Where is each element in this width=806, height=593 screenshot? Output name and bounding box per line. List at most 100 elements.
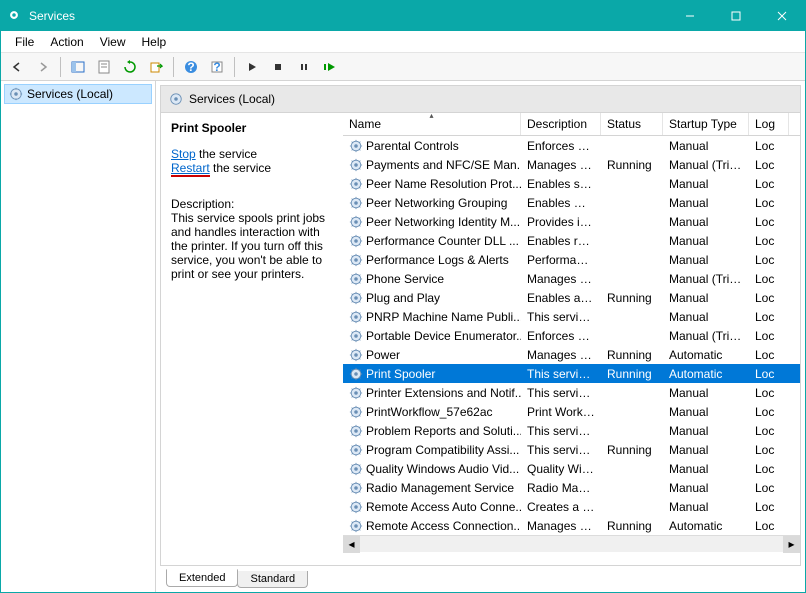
service-description: Enables serv... [521,176,601,192]
list-header: Name▴ Description Status Startup Type Lo… [343,113,800,136]
service-status [601,259,663,261]
titlebar[interactable]: Services [1,1,805,31]
service-row[interactable]: Quality Windows Audio Vid...Quality Win.… [343,459,800,478]
service-startup: Automatic [663,347,749,363]
pane-header: Services (Local) [160,85,801,113]
service-row[interactable]: Remote Access Connection...Manages di...… [343,516,800,535]
stop-service-button[interactable] [266,55,290,79]
service-startup: Manual [663,404,749,420]
service-description: Enables rem... [521,233,601,249]
service-row[interactable]: Phone ServiceManages th...Manual (Trig..… [343,269,800,288]
export-button[interactable] [144,55,168,79]
service-description: This service ... [521,442,601,458]
service-row[interactable]: Printer Extensions and Notif...This serv… [343,383,800,402]
service-row[interactable]: Peer Networking GroupingEnables mul...Ma… [343,193,800,212]
service-logon: Loc [749,328,789,344]
service-startup: Manual [663,252,749,268]
column-startup-type[interactable]: Startup Type [663,113,749,135]
service-logon: Loc [749,480,789,496]
service-row[interactable]: Program Compatibility Assi...This servic… [343,440,800,459]
service-name: Problem Reports and Soluti... [366,424,521,438]
gear-icon [349,177,363,191]
service-row[interactable]: Parental ControlsEnforces pa...ManualLoc [343,136,800,155]
service-startup: Manual [663,290,749,306]
service-startup: Automatic [663,518,749,534]
column-name[interactable]: Name▴ [343,113,521,135]
service-row[interactable]: Portable Device Enumerator...Enforces gr… [343,326,800,345]
service-row[interactable]: Print SpoolerThis service ...RunningAuto… [343,364,800,383]
forward-button[interactable] [31,55,55,79]
pause-service-button[interactable] [292,55,316,79]
service-row[interactable]: Peer Name Resolution Prot...Enables serv… [343,174,800,193]
service-startup: Manual [663,233,749,249]
separator [173,57,174,77]
properties-button[interactable] [92,55,116,79]
service-name: Remote Access Connection... [366,519,521,533]
service-description: Manages p... [521,347,601,363]
menu-view[interactable]: View [92,33,134,51]
restart-service-button[interactable] [318,55,342,79]
service-row[interactable]: Performance Logs & AlertsPerformanc...Ma… [343,250,800,269]
tree-item-services-local[interactable]: Services (Local) [4,84,152,104]
separator [60,57,61,77]
horizontal-scrollbar[interactable]: ◂ ▸ [343,535,800,552]
service-logon: Loc [749,518,789,534]
minimize-button[interactable] [667,1,713,31]
back-button[interactable] [5,55,29,79]
service-status [601,411,663,413]
menu-action[interactable]: Action [42,33,91,51]
service-row[interactable]: PNRP Machine Name Publi...This service .… [343,307,800,326]
svg-text:?: ? [187,60,194,74]
service-status [601,202,663,204]
service-row[interactable]: PrintWorkflow_57e62acPrint Workfl...Manu… [343,402,800,421]
menu-file[interactable]: File [7,33,42,51]
stop-link[interactable]: Stop [171,147,196,161]
gear-icon [349,329,363,343]
tab-standard[interactable]: Standard [237,571,308,588]
gear-icon [349,215,363,229]
help-button[interactable]: ? [179,55,203,79]
service-row[interactable]: Radio Management ServiceRadio Mana...Man… [343,478,800,497]
gear-icon [349,139,363,153]
column-logon[interactable]: Log [749,113,789,135]
service-logon: Loc [749,195,789,211]
refresh-button[interactable] [118,55,142,79]
scroll-right-icon[interactable]: ▸ [783,536,800,553]
service-row[interactable]: PowerManages p...RunningAutomaticLoc [343,345,800,364]
service-logon: Loc [749,461,789,477]
column-description[interactable]: Description [521,113,601,135]
gear-icon [349,462,363,476]
scroll-left-icon[interactable]: ◂ [343,536,360,553]
service-logon: Loc [749,176,789,192]
help-topics-button[interactable]: ? [205,55,229,79]
service-description: This service ... [521,309,601,325]
gear-icon [349,500,363,514]
tree-item-label: Services (Local) [27,87,113,101]
service-description: Quality Win... [521,461,601,477]
service-status [601,183,663,185]
column-status[interactable]: Status [601,113,663,135]
service-name: Radio Management Service [366,481,514,495]
gear-icon [349,234,363,248]
service-row[interactable]: Remote Access Auto Conne...Creates a co.… [343,497,800,516]
show-hide-tree-button[interactable] [66,55,90,79]
service-startup: Manual (Trig... [663,328,749,344]
tab-extended[interactable]: Extended [166,569,238,587]
service-logon: Loc [749,271,789,287]
service-logon: Loc [749,385,789,401]
service-row[interactable]: Problem Reports and Soluti...This servic… [343,421,800,440]
service-row[interactable]: Peer Networking Identity M...Provides id… [343,212,800,231]
gear-icon [169,92,183,106]
services-list[interactable]: Name▴ Description Status Startup Type Lo… [343,113,800,565]
menu-help[interactable]: Help [134,33,175,51]
start-service-button[interactable] [240,55,264,79]
service-status [601,335,663,337]
maximize-button[interactable] [713,1,759,31]
service-row[interactable]: Payments and NFC/SE Man...Manages pa...R… [343,155,800,174]
service-row[interactable]: Performance Counter DLL ...Enables rem..… [343,231,800,250]
service-description: Provides ide... [521,214,601,230]
service-row[interactable]: Plug and PlayEnables a c...RunningManual… [343,288,800,307]
service-status: Running [601,157,663,173]
restart-link[interactable]: Restart [171,161,210,175]
close-button[interactable] [759,1,805,31]
